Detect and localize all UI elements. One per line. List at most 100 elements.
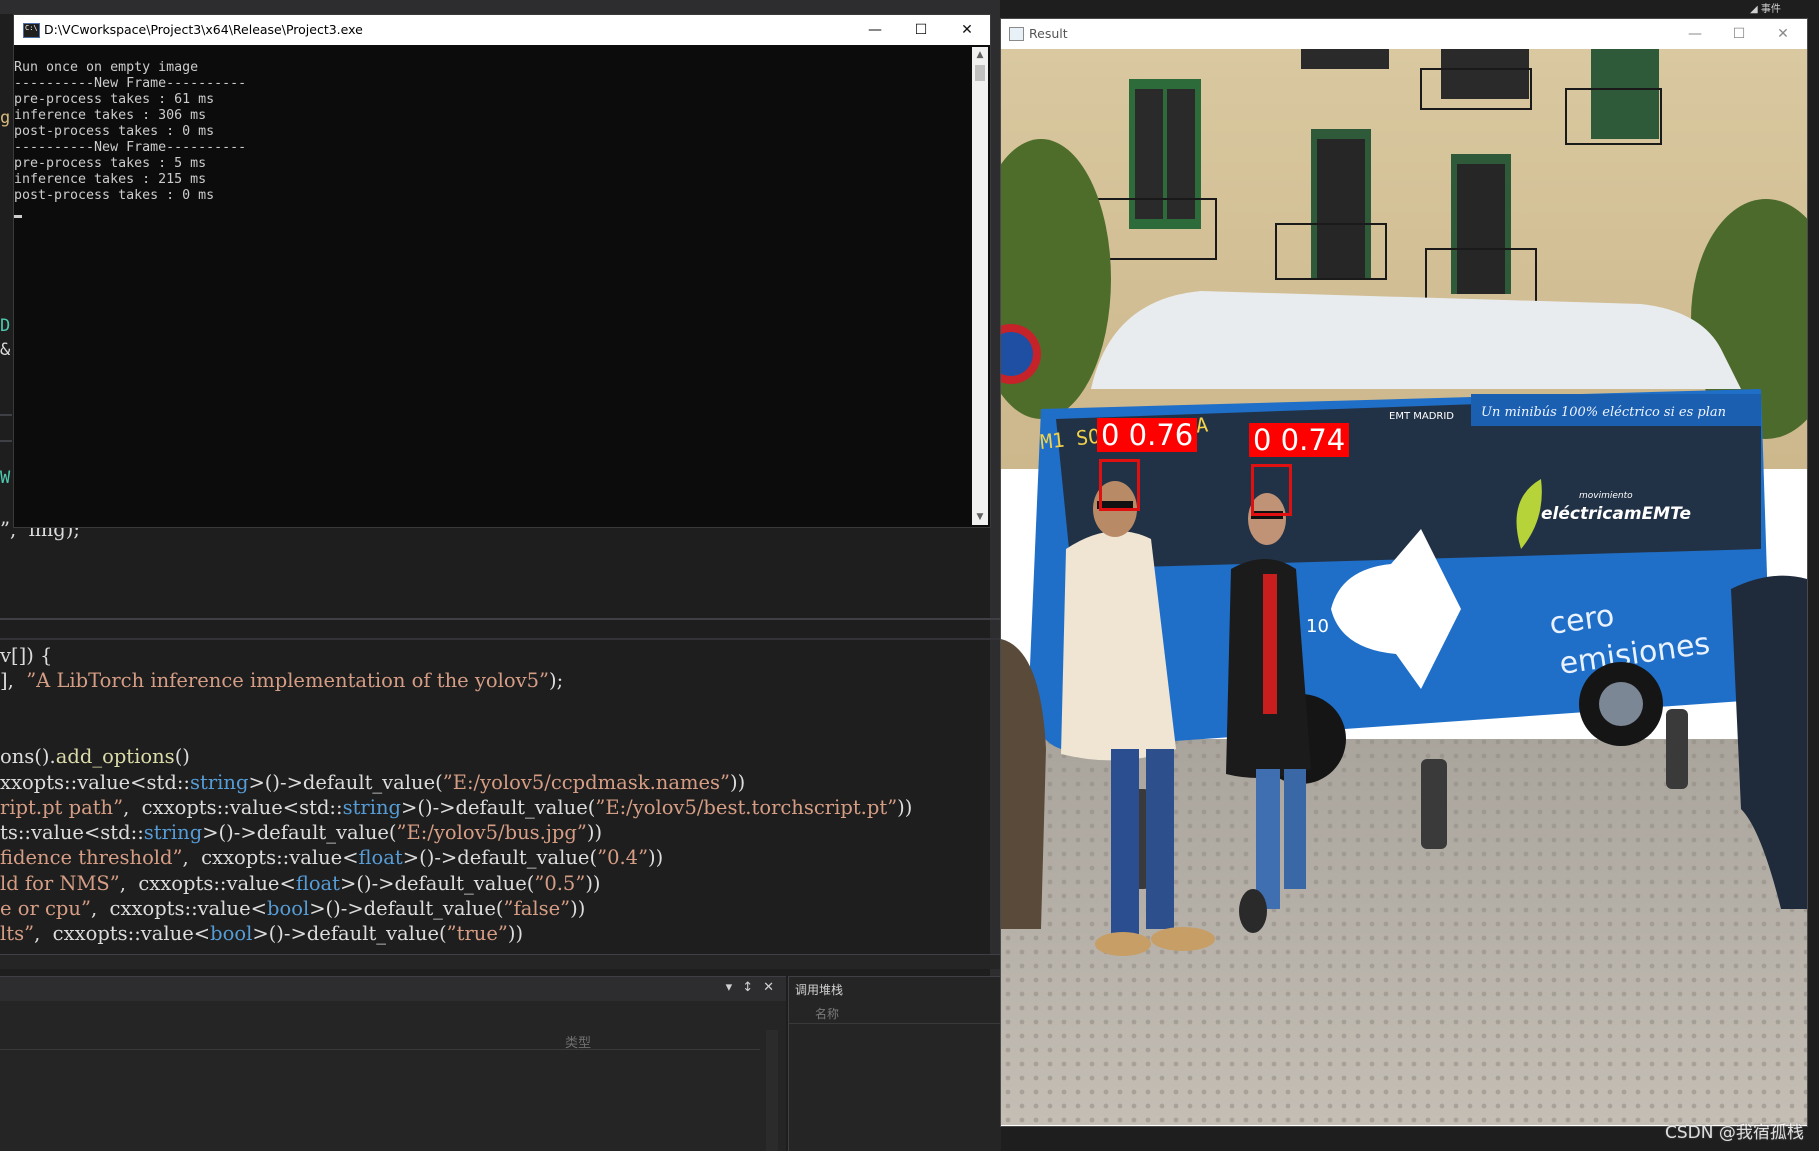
code-line[interactable]: ons().add_options() xyxy=(0,745,190,769)
detection-box xyxy=(1251,464,1292,516)
console-app-icon xyxy=(23,23,40,38)
result-window[interactable]: Result — ☐ ✕ Un minibús 100% eléctrico s… xyxy=(1000,18,1808,1127)
gutter-char: g xyxy=(0,108,11,128)
console-window-controls: — ☐ ✕ xyxy=(852,15,990,45)
code-token: )) xyxy=(586,821,603,845)
scroll-up-arrow-icon[interactable]: ▲ xyxy=(972,47,988,63)
window xyxy=(1441,49,1529,99)
window xyxy=(1317,139,1365,279)
result-window-controls: — ☐ ✕ xyxy=(1673,19,1805,48)
scroll-thumb[interactable] xyxy=(975,65,985,81)
bus-ad-text: Un minibús 100% eléctrico si es plan xyxy=(1481,405,1726,420)
code-token: , cxxopts::value< xyxy=(182,846,359,870)
code-line[interactable]: xxopts::value<std::string>()->default_va… xyxy=(0,771,745,795)
bus-roof xyxy=(1091,291,1741,389)
code-token: )) xyxy=(897,795,913,819)
code-line[interactable]: v[]) { xyxy=(0,644,52,668)
bus-brand: EMT MADRID xyxy=(1389,411,1454,422)
code-token: ”E:/yolov5/best.torchscript.pt” xyxy=(595,795,898,819)
code-token: string xyxy=(342,795,402,819)
ide-top-strip xyxy=(0,0,1000,14)
editor-horizontal-scrollbar[interactable] xyxy=(0,954,1000,969)
code-token: ”true” xyxy=(446,922,508,946)
call-stack-title[interactable]: 调用堆栈 xyxy=(795,981,843,998)
bollard xyxy=(1666,709,1688,789)
call-stack-panel: 调用堆栈 名称 xyxy=(788,976,1001,1151)
gutter-char: D xyxy=(0,316,11,336)
bus-wheel xyxy=(1599,682,1643,726)
close-icon[interactable]: ✕ xyxy=(763,980,774,995)
street-scene: Un minibús 100% eléctrico si es plan M1 … xyxy=(1001,49,1807,1125)
code-token: ], xyxy=(0,669,27,693)
console-window[interactable]: D:\VCworkspace\Project3\x64\Release\Proj… xyxy=(13,14,991,528)
output-panel-tabbar: ▾ ↕ ✕ xyxy=(0,977,786,1001)
console-line: pre-process takes : 5 ms xyxy=(14,156,207,171)
bus-ad-logo-small: movimiento xyxy=(1579,491,1633,501)
console-output[interactable]: Run once on empty image ----------New Fr… xyxy=(14,47,972,525)
scroll-down-arrow-icon[interactable]: ▼ xyxy=(972,509,988,525)
ide-divider xyxy=(0,414,12,416)
console-cursor xyxy=(14,215,22,218)
panel-vertical-scrollbar[interactable] xyxy=(766,1030,778,1151)
result-titlebar[interactable]: Result — ☐ ✕ xyxy=(1001,19,1807,48)
maximize-button[interactable]: ☐ xyxy=(898,15,944,45)
code-token: ons(). xyxy=(0,745,56,769)
code-line[interactable]: ld for NMS”, cxxopts::value<float>()->de… xyxy=(0,872,601,896)
code-line[interactable]: e or cpu”, cxxopts::value<bool>()->defau… xyxy=(0,897,585,921)
console-line: ----------New Frame---------- xyxy=(14,76,247,91)
window-app-icon xyxy=(1009,27,1024,41)
console-line: post-process takes : 0 ms xyxy=(14,124,215,139)
minimize-button[interactable]: — xyxy=(1673,19,1717,48)
code-line[interactable]: ], ”A LibTorch inference implementation … xyxy=(0,669,563,693)
code-token: ); xyxy=(549,669,564,693)
code-token: >()->default_value( xyxy=(309,897,504,920)
detection-box xyxy=(1099,459,1140,511)
code-token: e or cpu” xyxy=(0,897,91,920)
top-right-tab[interactable]: ◢ 事件 xyxy=(1750,0,1819,15)
code-token: >()->default_value( xyxy=(248,770,443,794)
code-token: , cxxopts::value< xyxy=(90,897,267,920)
console-scrollbar[interactable]: ▲ ▼ xyxy=(972,47,988,525)
code-line[interactable]: ts::value<std::string>()->default_value(… xyxy=(0,821,602,845)
code-token: >()->default_value( xyxy=(202,821,397,845)
code-token: float xyxy=(358,846,403,870)
watermark: CSDN @我宿孤栈 xyxy=(1665,1123,1804,1143)
detection-label: 0 0.74 xyxy=(1249,423,1350,457)
column-header-name[interactable]: 名称 xyxy=(815,1005,839,1022)
editor-split-divider[interactable] xyxy=(0,618,1000,620)
panel-tools: ▾ ↕ ✕ xyxy=(726,980,774,995)
minimize-button[interactable]: — xyxy=(852,15,898,45)
code-token: v[]) { xyxy=(0,644,53,667)
close-button[interactable]: ✕ xyxy=(1761,19,1805,48)
console-titlebar[interactable]: D:\VCworkspace\Project3\x64\Release\Proj… xyxy=(14,15,990,45)
code-token: ”E:/yolov5/bus.jpg” xyxy=(396,821,587,845)
code-token: () xyxy=(174,745,190,769)
console-line: inference takes : 215 ms xyxy=(14,172,207,187)
code-token: float xyxy=(295,871,341,895)
code-token: lts” xyxy=(0,922,35,946)
code-token: )) xyxy=(507,922,524,946)
code-token: fidence threshold” xyxy=(0,846,183,870)
console-line: Run once on empty image xyxy=(14,60,199,75)
bollard xyxy=(1421,759,1447,849)
code-token: bool xyxy=(210,922,253,946)
code-token: add_options xyxy=(55,745,175,769)
code-token: ”E:/yolov5/ccpdmask.names” xyxy=(442,770,730,794)
code-line[interactable]: fidence threshold”, cxxopts::value<float… xyxy=(0,846,663,870)
close-button[interactable]: ✕ xyxy=(944,15,990,45)
code-token: )) xyxy=(648,846,664,870)
window xyxy=(1591,49,1659,139)
editor-split-divider xyxy=(0,638,1000,640)
code-line[interactable]: lts”, cxxopts::value<bool>()->default_va… xyxy=(0,922,523,946)
code-token: )) xyxy=(729,770,746,794)
code-token: , cxxopts::value<std:: xyxy=(123,795,343,819)
dropdown-icon[interactable]: ▾ xyxy=(726,980,733,995)
maximize-button[interactable]: ☐ xyxy=(1717,19,1761,48)
code-token: , cxxopts::value< xyxy=(34,922,211,946)
code-token: ”A LibTorch inference implementation of … xyxy=(26,669,550,693)
code-token: ”0.5” xyxy=(534,871,586,895)
code-token: string xyxy=(189,770,249,794)
pin-icon[interactable]: ↕ xyxy=(742,980,753,995)
code-token: )) xyxy=(585,871,601,895)
code-line[interactable]: ript.pt path”, cxxopts::value<std::strin… xyxy=(0,796,912,820)
